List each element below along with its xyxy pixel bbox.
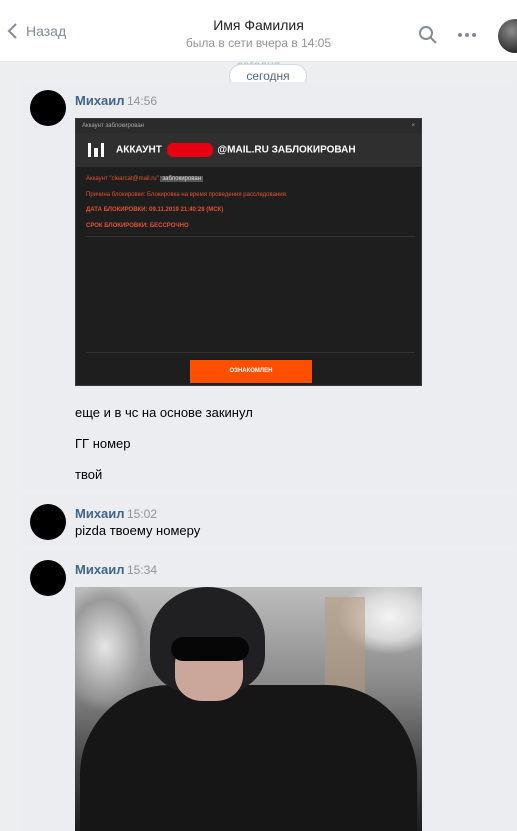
message-text: pizda твоему номеру — [75, 523, 201, 538]
message-text: твой — [75, 467, 103, 482]
avatar[interactable] — [30, 90, 66, 126]
message-time[interactable]: 15:34 — [127, 563, 157, 577]
screenshot-line1: Аккаунт "clearcat@mail.ru" — [86, 176, 159, 182]
screenshot-line1-tag: заблокирован — [160, 176, 204, 182]
message-text: еще и в чс на основе закинул — [75, 405, 253, 420]
screenshot-heading-left: АККАУНТ — [116, 144, 162, 156]
message-time[interactable]: 14:56 — [127, 94, 157, 108]
avatar[interactable] — [30, 504, 66, 540]
message-item: Михаил 15:34 — [21, 551, 515, 831]
photo-sunglasses — [171, 637, 249, 661]
message-author[interactable]: Михаил — [75, 93, 125, 108]
close-icon: × — [411, 123, 415, 129]
screenshot-titlebar: Аккаунт заблокирован × — [76, 119, 421, 133]
message-item: Михаил 15:02 pizda твоему номеру — [21, 495, 515, 547]
search-icon[interactable] — [418, 25, 438, 45]
message-author[interactable]: Михаил — [75, 562, 125, 577]
message-author[interactable]: Михаил — [75, 506, 125, 521]
red-scribble — [166, 143, 213, 157]
screenshot-line2: Причина блокировки: Блокировка на время … — [86, 191, 288, 198]
chat-header: Назад Имя Фамилия была в сети вчера в 14… — [0, 0, 517, 62]
photo-person-torso — [80, 685, 417, 831]
contact-name[interactable]: Имя Фамилия — [0, 17, 517, 33]
acknowledge-button: ОЗНАКОМЛЕН — [190, 360, 312, 383]
screenshot-window-title: Аккаунт заблокирован — [82, 123, 144, 129]
attached-screenshot[interactable]: Аккаунт заблокирован × АККАУНТ @MAIL.RU … — [75, 118, 422, 386]
last-seen-status: была в сети вчера в 14:05 — [185, 36, 332, 50]
divider — [86, 236, 415, 237]
message-item: Михаил 14:56 Аккаунт заблокирован × АККА… — [21, 82, 515, 491]
screenshot-body: Аккаунт "clearcat@mail.ru" заблокирован … — [76, 167, 421, 239]
divider — [86, 352, 415, 353]
attached-photo[interactable] — [75, 587, 422, 831]
avatar[interactable] — [30, 560, 66, 596]
screenshot-line3: ДАТА БЛОКИРОВКИ: 09.11.2019 21:40:28 (МС… — [86, 207, 224, 214]
more-icon[interactable] — [456, 25, 478, 45]
screenshot-heading-right: @MAIL.RU ЗАБЛОКИРОВАН — [217, 144, 356, 156]
message-time[interactable]: 15:02 — [127, 507, 157, 521]
screenshot-heading: АККАУНТ @MAIL.RU ЗАБЛОКИРОВАН — [76, 133, 421, 167]
warface-logo-icon — [88, 143, 104, 157]
message-text: ГГ номер — [75, 436, 131, 451]
screenshot-line4: СРОК БЛОКИРОВКИ: БЕССРОЧНО — [86, 222, 189, 229]
